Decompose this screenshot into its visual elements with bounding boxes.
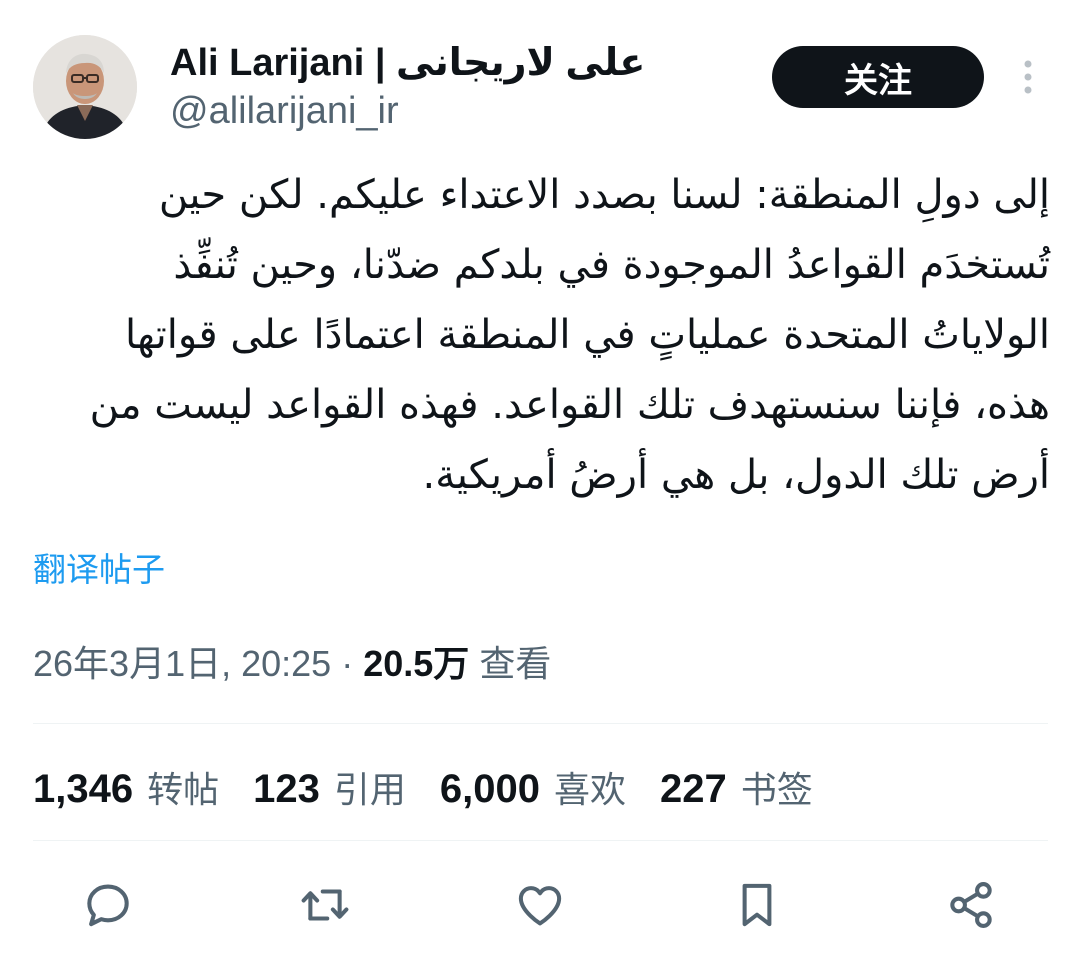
stat-likes-count: 6,000 (439, 767, 540, 811)
stat-quotes[interactable]: 123 引用 (253, 761, 406, 813)
stat-bookmarks[interactable]: 227 书签 (660, 761, 813, 813)
stat-reposts-count: 1,346 (33, 767, 134, 811)
bookmark-button[interactable] (727, 875, 787, 935)
stat-bookmarks-count: 227 (660, 767, 727, 811)
post-header: Ali Larijani | علی لاریجانی @alilarijani… (0, 0, 1080, 150)
divider (33, 723, 1048, 724)
stat-bookmarks-label: 书签 (740, 769, 813, 810)
avatar[interactable] (33, 35, 137, 139)
reply-icon (87, 884, 129, 927)
translate-post-link[interactable]: 翻译帖子 (33, 548, 165, 592)
stat-likes-label: 喜欢 (554, 769, 627, 810)
meta-separator: · (341, 643, 354, 684)
like-icon (518, 886, 562, 926)
author-display-name[interactable]: Ali Larijani | علی لاریجانی (170, 40, 645, 86)
more-vertical-icon (1024, 60, 1032, 94)
post-meta: 26年3月1日, 20:25 · 20.5万 查看 (33, 640, 551, 688)
views-label: 查看 (479, 643, 552, 684)
action-bar (0, 875, 1080, 935)
stat-reposts-label: 转帖 (147, 769, 220, 810)
stat-likes[interactable]: 6,000 喜欢 (440, 761, 626, 813)
like-button[interactable] (510, 875, 570, 935)
divider (33, 840, 1048, 841)
bookmark-icon (742, 883, 772, 927)
share-icon (950, 882, 992, 928)
engagement-stats: 1,346 转帖 123 引用 6,000 喜欢 227 书签 (33, 762, 847, 812)
reply-button[interactable] (78, 875, 138, 935)
stat-quotes-label: 引用 (333, 769, 406, 810)
author-handle[interactable]: @alilarijani_ir (170, 88, 399, 134)
profile-photo-icon (33, 35, 137, 139)
more-options-button[interactable] (1008, 56, 1048, 98)
post-timestamp[interactable]: 26年3月1日, 20:25 (33, 643, 331, 684)
stat-quotes-count: 123 (253, 767, 320, 811)
repost-icon (301, 889, 349, 921)
repost-button[interactable] (295, 875, 355, 935)
follow-button[interactable]: 关注 (772, 46, 984, 108)
views-count: 20.5万 (363, 643, 470, 684)
stat-reposts[interactable]: 1,346 转帖 (33, 761, 219, 813)
share-button[interactable] (941, 875, 1001, 935)
post-text: إلى دولِ المنطقة: لسنا بصدد الاعتداء علي… (89, 172, 1050, 498)
